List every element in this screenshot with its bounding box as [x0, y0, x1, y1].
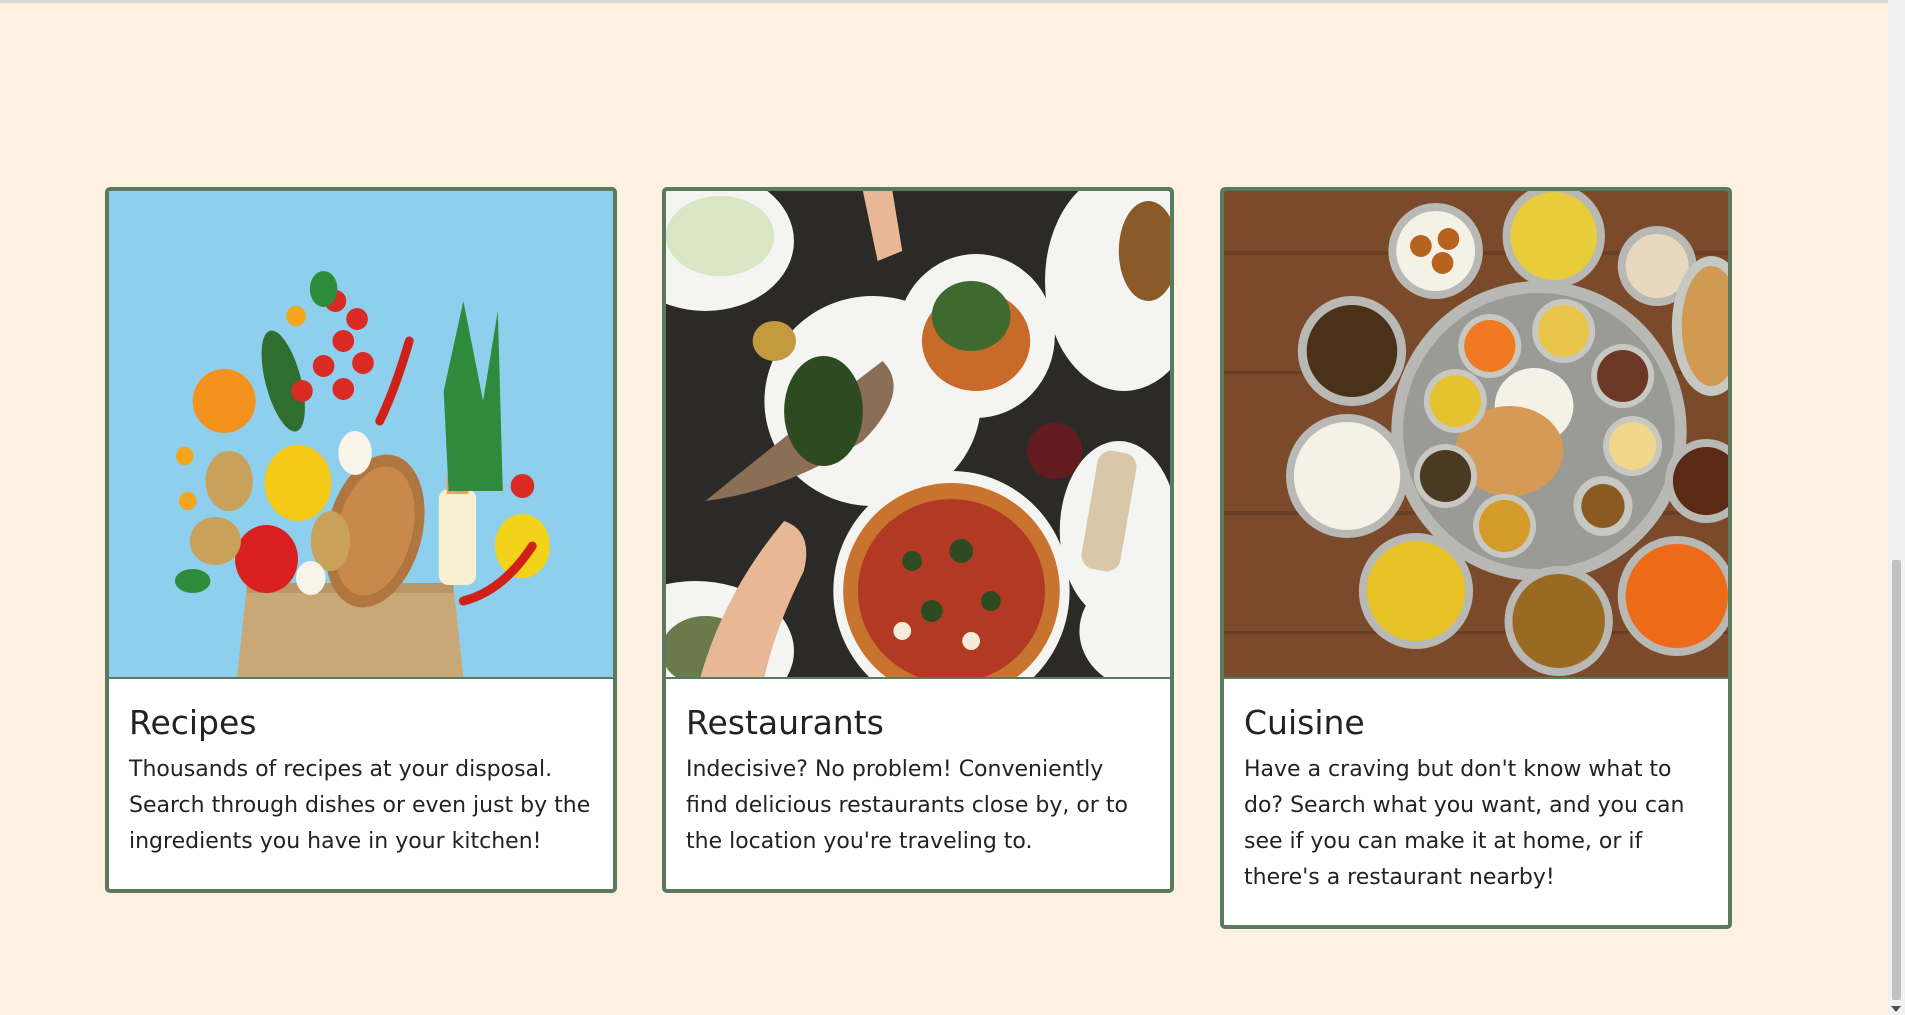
cuisine-card-body: Cuisine Have a craving but don't know wh… [1224, 679, 1728, 916]
restaurant-table-image [666, 191, 1170, 679]
restaurants-card-title: Restaurants [686, 703, 884, 742]
recipes-card-text: Thousands of recipes at your disposal. S… [129, 757, 591, 854]
recipes-card-title: Recipes [129, 703, 257, 742]
groceries-bag-image [109, 191, 613, 679]
restaurants-card-text: Indecisive? No problem! Conveniently fin… [686, 757, 1128, 854]
restaurants-card-body: Restaurants Indecisive? No problem! Conv… [666, 679, 1170, 880]
recipes-card[interactable]: Recipes Thousands of recipes at your dis… [105, 187, 617, 893]
scroll-down-arrow-icon[interactable] [1891, 1006, 1901, 1012]
indian-thali-image [1224, 191, 1728, 679]
top-divider [0, 0, 1888, 3]
scrollbar-thumb[interactable] [1892, 560, 1901, 1000]
cuisine-card-text: Have a craving but don't know what to do… [1244, 757, 1685, 890]
cuisine-card[interactable]: Cuisine Have a craving but don't know wh… [1220, 187, 1732, 929]
recipes-card-body: Recipes Thousands of recipes at your dis… [109, 679, 613, 880]
vertical-scrollbar[interactable] [1888, 0, 1905, 1015]
cuisine-card-title: Cuisine [1244, 703, 1365, 742]
restaurants-card[interactable]: Restaurants Indecisive? No problem! Conv… [662, 187, 1174, 893]
